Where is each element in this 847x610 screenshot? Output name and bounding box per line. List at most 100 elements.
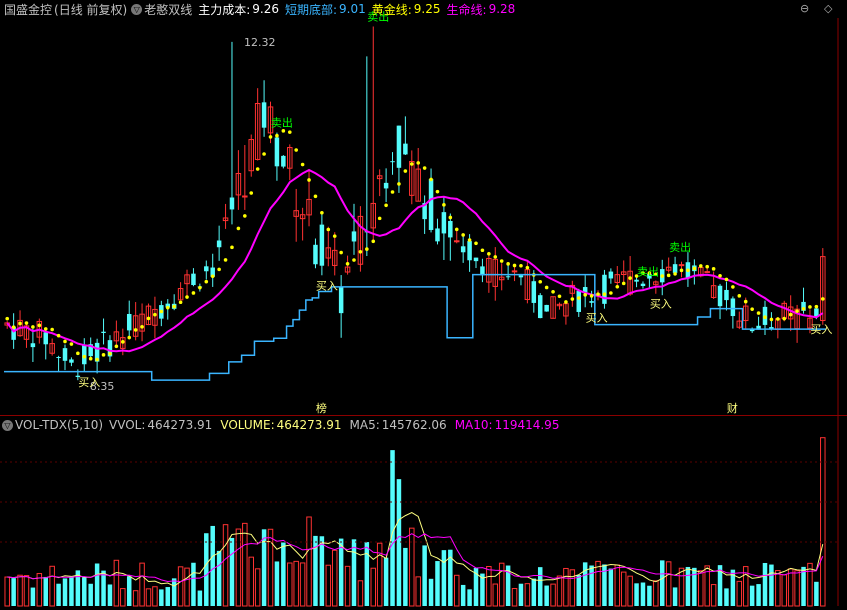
period-label: (日线 前复权) bbox=[54, 2, 128, 17]
volume-bar bbox=[787, 568, 794, 607]
candle-body bbox=[191, 273, 196, 286]
gold-line-dot bbox=[461, 233, 465, 237]
volume-bar bbox=[672, 587, 678, 606]
gold-line-dot bbox=[666, 273, 671, 278]
gold-line-dot bbox=[557, 294, 562, 299]
volume-bar bbox=[692, 567, 697, 606]
volume-bar bbox=[453, 574, 460, 607]
volume-bar bbox=[441, 550, 447, 606]
candle-body bbox=[473, 257, 479, 262]
gold-line-dot bbox=[133, 328, 138, 332]
volume-bar bbox=[801, 566, 806, 606]
event-marker: 榜 bbox=[316, 401, 327, 415]
candle-body bbox=[435, 228, 440, 242]
restore-icon[interactable]: ◇ bbox=[824, 2, 832, 15]
volume-bar bbox=[556, 575, 563, 607]
vvol-value: 464273.91 bbox=[147, 418, 213, 432]
gold-line-dot bbox=[499, 259, 504, 263]
ma5-value: 145762.06 bbox=[381, 418, 447, 432]
volume-label: VOLUME: bbox=[220, 418, 275, 432]
volume-bar bbox=[415, 576, 421, 607]
gold-line-dot bbox=[711, 267, 716, 271]
gold-line-dot bbox=[737, 294, 742, 298]
volume-value: 464273.91 bbox=[276, 418, 342, 432]
volume-bar bbox=[145, 588, 152, 607]
candle-body bbox=[126, 313, 132, 331]
candle-body bbox=[678, 264, 685, 267]
volume-bar bbox=[4, 576, 10, 607]
gold-line-dot bbox=[95, 357, 99, 362]
volume-bar bbox=[576, 575, 582, 606]
gold-line-dot bbox=[454, 227, 459, 232]
volume-bar bbox=[370, 567, 377, 607]
gold-line-dot bbox=[365, 247, 369, 251]
gold-line-dot bbox=[339, 250, 343, 255]
gold-line-dot bbox=[602, 292, 607, 296]
candle-body bbox=[602, 274, 607, 304]
volume-bar bbox=[43, 576, 48, 606]
high-price-label: 12.32 bbox=[244, 36, 276, 49]
volume-bar bbox=[197, 590, 203, 606]
volume-bar bbox=[492, 583, 499, 607]
gold-line-dot bbox=[332, 234, 337, 238]
gold-line-dot bbox=[525, 265, 530, 270]
volume-bar bbox=[614, 564, 621, 607]
gold-line-dot bbox=[576, 296, 581, 300]
volume-bar bbox=[248, 556, 254, 607]
minimize-icon[interactable]: ⊖ bbox=[800, 2, 809, 15]
volume-bar bbox=[467, 589, 472, 606]
candle-body bbox=[43, 332, 48, 345]
gold-line-dot bbox=[480, 248, 485, 253]
volume-bar bbox=[749, 585, 755, 606]
indicator-dropdown-icon[interactable]: ▽ bbox=[131, 3, 143, 15]
volume-bar bbox=[422, 545, 427, 606]
volume-bar bbox=[710, 584, 717, 607]
volume-bar bbox=[357, 580, 364, 607]
gold-line-dot bbox=[544, 285, 549, 290]
gold-line-dot bbox=[243, 214, 247, 218]
volume-dropdown-icon[interactable]: ▽ bbox=[2, 419, 13, 431]
volume-bar bbox=[435, 561, 440, 606]
gold-line-dot bbox=[776, 317, 780, 321]
candle-body bbox=[216, 240, 222, 248]
gold-line-dot bbox=[390, 190, 395, 194]
volume-bar bbox=[563, 567, 569, 607]
volume-bar bbox=[126, 576, 132, 606]
volume-bar bbox=[383, 557, 389, 606]
candle-body bbox=[717, 285, 723, 307]
candle-body bbox=[261, 102, 267, 128]
volume-bar bbox=[274, 561, 280, 606]
volume-bar bbox=[204, 533, 209, 606]
volume-bar bbox=[293, 560, 299, 607]
candle-body bbox=[460, 246, 466, 253]
volume-bar bbox=[608, 568, 614, 606]
gold-line-dot bbox=[609, 291, 613, 295]
volume-bar bbox=[56, 583, 61, 606]
candle-body bbox=[448, 220, 453, 238]
volume-bar bbox=[216, 550, 222, 606]
gold-line-dot bbox=[159, 309, 164, 314]
gold-line-dot bbox=[705, 264, 709, 269]
gold-line-dot bbox=[358, 249, 363, 254]
volume-bar bbox=[281, 542, 286, 606]
volume-bar bbox=[235, 528, 242, 607]
volume-bar bbox=[653, 580, 659, 607]
gold-line-dot bbox=[731, 285, 735, 289]
volume-bar bbox=[306, 516, 312, 607]
gold-line-dot bbox=[724, 277, 729, 282]
candle-body bbox=[505, 276, 511, 278]
ma5-label: MA5: bbox=[349, 418, 380, 432]
volume-bar bbox=[775, 570, 781, 607]
gold-line-dot bbox=[198, 285, 202, 290]
gold-line-dot bbox=[538, 279, 543, 284]
candle-body bbox=[441, 212, 447, 234]
gold-line-dot bbox=[551, 289, 555, 294]
life-line-label: 生命线: bbox=[446, 2, 487, 17]
candle-body bbox=[56, 357, 61, 359]
stock-name: 国盛金控 bbox=[4, 2, 53, 17]
gold-line-dot bbox=[769, 317, 774, 322]
volume-bar bbox=[640, 582, 646, 606]
volume-bar bbox=[120, 588, 126, 607]
candle-body bbox=[467, 241, 472, 261]
candle-body bbox=[730, 298, 736, 317]
